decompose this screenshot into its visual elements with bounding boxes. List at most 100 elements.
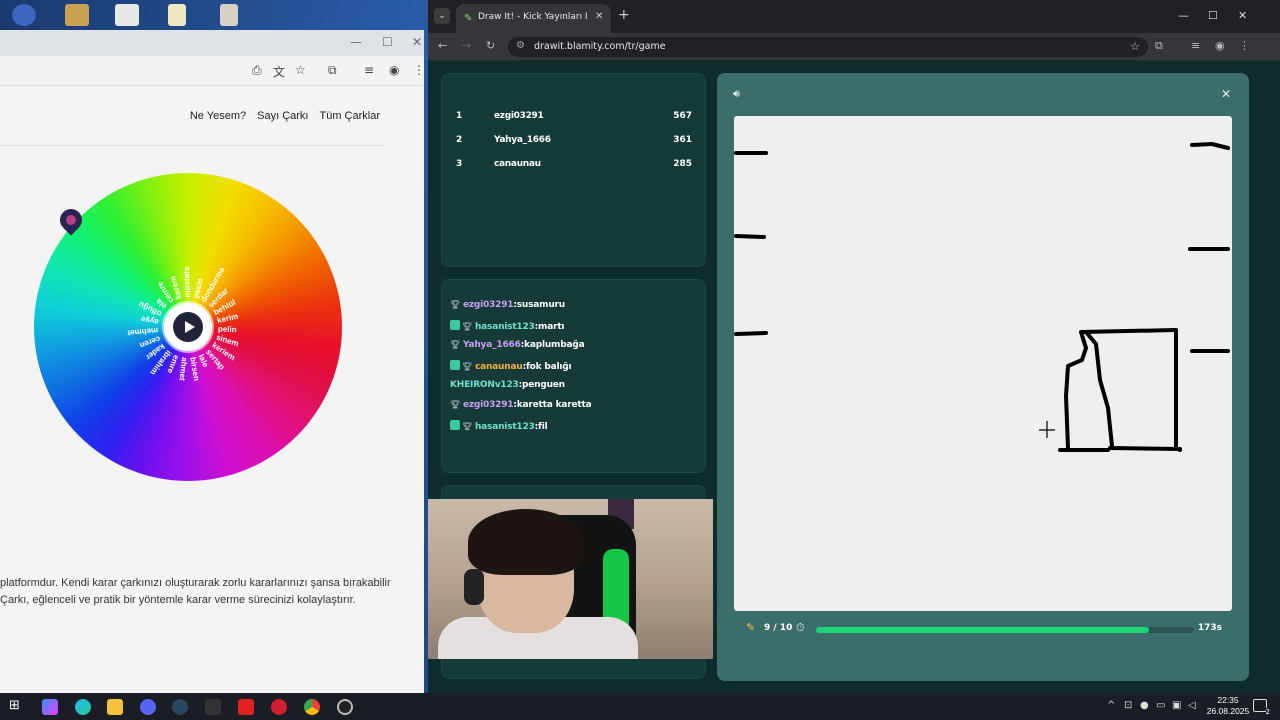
trophy-icon: 🏆︎ xyxy=(450,300,460,309)
drawn-shape xyxy=(1058,328,1182,452)
tray-overflow-icon[interactable]: ^ xyxy=(1107,700,1115,711)
decision-wheel[interactable]: dondurma serdar behlül kerim pelin sinem kerie… xyxy=(34,173,342,481)
notification-icon[interactable]: 2 xyxy=(1253,699,1270,716)
sound-icon[interactable]: 🔊︎ xyxy=(733,87,740,101)
maximize-icon[interactable]: ☐ xyxy=(1208,9,1218,22)
drawing-canvas[interactable] xyxy=(734,116,1232,611)
site-info-icon[interactable]: ⚙ xyxy=(516,40,525,51)
tab-close-icon[interactable]: ✕ xyxy=(595,11,603,22)
spin-play-button[interactable] xyxy=(173,312,203,342)
taskbar-time[interactable]: 22:35 xyxy=(1210,695,1246,705)
wheel-segment-label: mustafa xyxy=(182,266,192,298)
extensions-icon[interactable]: ⧉ xyxy=(1155,39,1163,53)
player-score: 361 xyxy=(673,135,692,145)
chrome-icon[interactable] xyxy=(304,699,320,715)
menu-icon[interactable]: ⋮ xyxy=(413,63,424,77)
round-status-bar: ✎ 9 / 10 ⏱ 173s xyxy=(734,618,1232,642)
media-controls-icon[interactable]: ≡ xyxy=(1191,39,1200,52)
trophy-icon: 🏆︎ xyxy=(462,362,472,371)
chat-username[interactable]: canaunau xyxy=(475,362,523,372)
close-icon[interactable]: ✕ xyxy=(1238,9,1247,22)
headset xyxy=(464,569,484,605)
round-counter: 9 / 10 xyxy=(764,623,793,633)
profile-icon[interactable]: ◉ xyxy=(1215,39,1225,52)
tab-strip: ⌄ ✎ Draw It! - Kick Yayınları İçin Çizim… xyxy=(428,0,1280,33)
nav-link-sayi-carki[interactable]: Sayı Çarkı xyxy=(257,110,308,122)
chat-message: KHEIRONv123:penguen xyxy=(450,380,698,400)
chat-username[interactable]: hasanist123 xyxy=(475,322,535,332)
chat-username[interactable]: ezgi03291 xyxy=(463,300,514,310)
edge-icon[interactable] xyxy=(75,699,91,715)
webcam-overlay xyxy=(428,499,713,659)
desktop-file-icon[interactable] xyxy=(168,4,186,26)
file-explorer-icon[interactable] xyxy=(107,699,123,715)
close-icon[interactable]: ✕ xyxy=(412,35,422,49)
subscriber-badge-icon xyxy=(450,360,460,370)
profile-icon[interactable]: ◉ xyxy=(389,63,399,77)
reload-icon[interactable]: ↻ xyxy=(486,39,495,52)
maximize-icon[interactable]: ☐ xyxy=(382,35,393,49)
chat-text: :susamuru xyxy=(513,300,565,310)
desktop-app-icon[interactable] xyxy=(115,4,139,26)
subscriber-badge-icon xyxy=(450,420,460,430)
chat-username[interactable]: KHEIRONv123 xyxy=(450,380,519,390)
nav-link-tum-carklar[interactable]: Tüm Çarklar xyxy=(319,110,380,122)
menu-icon[interactable]: ⋮ xyxy=(1239,39,1250,52)
display-icon[interactable]: ▣ xyxy=(1172,700,1181,711)
chat-username[interactable]: ezgi03291 xyxy=(463,400,514,410)
bookmark-star-icon[interactable]: ☆ xyxy=(295,63,306,77)
drawing-strokes xyxy=(734,142,1230,452)
chat-text: :penguen xyxy=(518,380,566,390)
pencil-icon: ✎ xyxy=(746,621,756,634)
tab-search-icon[interactable]: ⌄ xyxy=(434,8,450,24)
url-field[interactable]: ⚙ drawit.blamity.com/tr/game ☆ xyxy=(508,37,1148,57)
chat-message: 🏆︎ hasanist123:martı xyxy=(450,320,698,340)
extensions-icon[interactable]: ⧉ xyxy=(328,63,337,78)
obs-icon[interactable] xyxy=(337,699,353,715)
microphone-icon[interactable]: ● xyxy=(1140,700,1149,711)
steam-icon[interactable] xyxy=(172,699,188,715)
epic-games-icon[interactable] xyxy=(205,699,221,715)
discord-icon[interactable] xyxy=(140,699,156,715)
desktop-app-icon[interactable] xyxy=(12,4,36,26)
rank: 2 xyxy=(456,135,463,145)
player-name: canaunau xyxy=(494,159,541,169)
minimize-icon[interactable]: — xyxy=(350,35,362,49)
close-icon[interactable]: ✕ xyxy=(1221,87,1231,101)
desktop-file-icon[interactable] xyxy=(220,4,238,26)
translate-icon[interactable]: 文 xyxy=(273,63,285,80)
tab-draw-it[interactable]: ✎ Draw It! - Kick Yayınları İçin Çizim ✕ xyxy=(456,4,611,33)
forward-icon[interactable]: → xyxy=(462,39,471,52)
taskbar-date[interactable]: 26.08.2025 xyxy=(1200,706,1256,716)
bookmark-star-icon[interactable]: ☆ xyxy=(1130,40,1140,53)
network-icon[interactable]: ▭ xyxy=(1156,700,1165,711)
crosshair-cursor-icon xyxy=(1039,421,1055,438)
app-icon[interactable] xyxy=(238,699,254,715)
volume-icon[interactable]: ◁ xyxy=(1188,700,1196,711)
media-controls-icon[interactable]: ≡ xyxy=(364,63,374,77)
rank: 1 xyxy=(456,111,463,121)
copilot-icon[interactable] xyxy=(42,699,58,715)
stroke-dash xyxy=(1190,142,1230,150)
site-nav: Ne Yesem? Sayı Çarkı Tüm Çarklar xyxy=(190,110,380,122)
taskbar: ⊞ ^ ⊡ ● ▭ ▣ ◁ 22:35 26.08.2025 2 xyxy=(0,693,1280,720)
back-icon[interactable]: ← xyxy=(438,39,447,52)
player-score: 285 xyxy=(673,159,692,169)
windows-start-icon[interactable]: ⊞ xyxy=(9,698,25,714)
game-page: 1 ezgi03291 567 2 Yahya_1666 361 3 canau… xyxy=(428,61,1280,693)
chat-username[interactable]: Yahya_1666 xyxy=(463,340,521,350)
chat-username[interactable]: hasanist123 xyxy=(475,422,535,430)
new-tab-icon[interactable]: + xyxy=(618,7,630,23)
nav-link-ne-yesem[interactable]: Ne Yesem? xyxy=(190,110,246,122)
chat-text: :kaplumbağa xyxy=(520,340,585,350)
app-icon[interactable] xyxy=(271,699,287,715)
chat-text: :martı xyxy=(534,322,565,332)
tray-app-icon[interactable]: ⊡ xyxy=(1124,700,1132,711)
desktop-app-icon[interactable] xyxy=(65,4,89,26)
drawing-game-board: 🔊︎ ✕ ✎ 9 / 10 ⏱ 173s xyxy=(717,73,1249,681)
stroke-dash xyxy=(734,234,766,239)
minimize-icon[interactable]: — xyxy=(1178,9,1189,22)
right-browser-window: ⌄ ✎ Draw It! - Kick Yayınları İçin Çizim… xyxy=(428,0,1280,693)
install-app-icon[interactable]: ⎙ xyxy=(252,63,262,78)
trophy-icon: 🏆︎ xyxy=(450,400,460,409)
